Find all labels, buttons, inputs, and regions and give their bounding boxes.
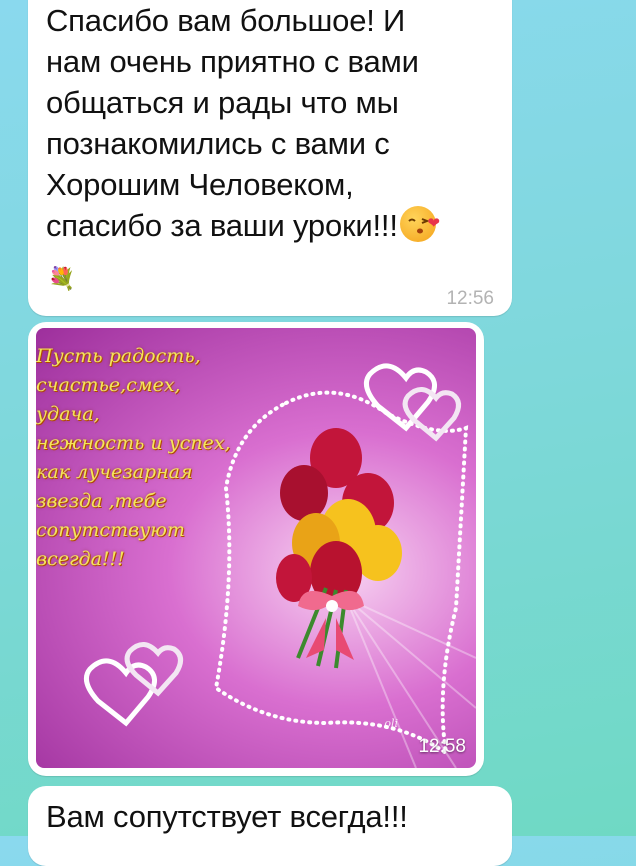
card-text-line: счастье,смех,: [36, 374, 181, 396]
card-text-line: нежность и успех,: [36, 432, 231, 454]
card-text-line: удача,: [36, 403, 100, 425]
card-signature: oli: [384, 717, 398, 730]
greeting-card-text: Пусть радость, счастье,смех, удача, нежн…: [36, 342, 236, 574]
message-line: Хорошим Человеком,: [46, 167, 354, 202]
greeting-card-image[interactable]: Пусть радость, счастье,смех, удача, нежн…: [36, 328, 476, 768]
bouquet-icon: 💐: [48, 266, 76, 291]
message-line: спасибо за ваши уроки!!!: [46, 208, 398, 243]
timestamp: 12:58: [418, 736, 466, 757]
message-line: нам очень приятно с вами: [46, 44, 419, 79]
message-text: Спасибо вам большое! И нам очень приятно…: [46, 0, 496, 246]
card-text-line: звезда ,тебе: [36, 490, 167, 512]
message-line: Вам сопутствует всегда!!!: [46, 799, 408, 834]
message-bubble-thanks[interactable]: Спасибо вам большое! И нам очень приятно…: [28, 0, 512, 316]
message-line: Спасибо вам большое! И: [46, 3, 406, 38]
message-bubble-reply[interactable]: Вам сопутствует всегда!!!: [28, 786, 512, 866]
card-text-line: всегда!!!: [36, 548, 125, 570]
face-blowing-kiss-icon: ❤: [399, 206, 440, 242]
card-text-line: как лучезарная: [36, 461, 193, 483]
card-text-line: сопутствуют: [36, 519, 185, 541]
message-line-with-emoji: спасибо за ваши уроки!!! ❤: [46, 205, 496, 246]
message-bubble-image[interactable]: Пусть радость, счастье,смех, удача, нежн…: [28, 322, 484, 776]
message-line: познакомились с вами с: [46, 126, 390, 161]
message-text: Вам сопутствует всегда!!!: [46, 796, 496, 837]
timestamp: 12:56: [446, 288, 494, 309]
card-text-line: Пусть радость,: [36, 345, 201, 367]
message-line: общаться и рады что мы: [46, 85, 399, 120]
